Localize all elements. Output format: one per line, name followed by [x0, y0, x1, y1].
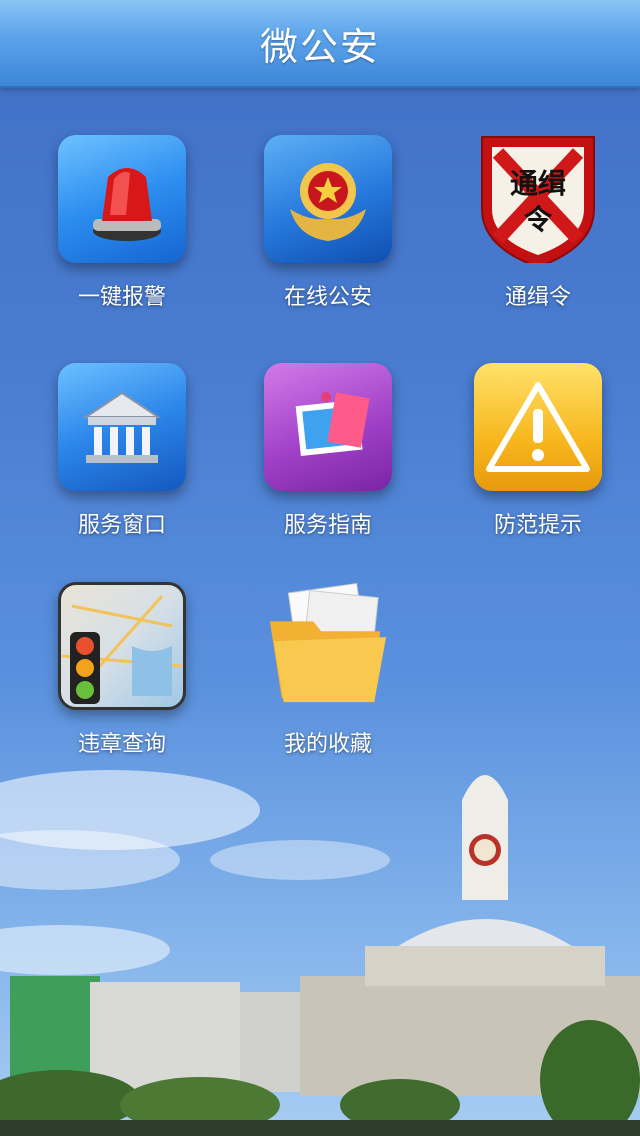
traffic-light-map-icon [58, 582, 186, 710]
wanted-text-line2: 令 [524, 203, 553, 236]
wanted-shield-icon: 通缉 令 [474, 135, 602, 263]
siren-icon [58, 135, 186, 263]
photo-notes-icon [264, 363, 392, 491]
menu-item-online-police[interactable]: 在线公安 [238, 135, 418, 325]
city-skyline-background [0, 770, 640, 1136]
warning-icon [474, 363, 602, 491]
menu-item-emergency-alarm[interactable]: 一键报警 [32, 135, 212, 325]
menu-item-wanted-notice[interactable]: 通缉 令 通缉令 [448, 135, 628, 325]
menu-item-service-guide[interactable]: 服务指南 [238, 363, 418, 553]
wanted-text-line1: 通缉 [510, 167, 566, 200]
bank-building-icon [58, 363, 186, 491]
menu-item-label: 通缉令 [504, 285, 571, 310]
title-bar: 微公安 [0, 0, 640, 88]
menu-item-prevention-tips[interactable]: 防范提示 [448, 363, 628, 553]
menu-item-label: 服务指南 [283, 513, 372, 538]
menu-item-label: 在线公安 [283, 285, 372, 310]
app-title: 微公安 [259, 24, 380, 69]
police-badge-icon [264, 135, 392, 263]
menu-item-label: 防范提示 [493, 513, 582, 538]
menu-item-label: 服务窗口 [77, 513, 166, 538]
menu-item-label: 一键报警 [77, 285, 166, 310]
folder-icon [264, 582, 392, 710]
menu-item-service-window[interactable]: 服务窗口 [32, 363, 212, 553]
